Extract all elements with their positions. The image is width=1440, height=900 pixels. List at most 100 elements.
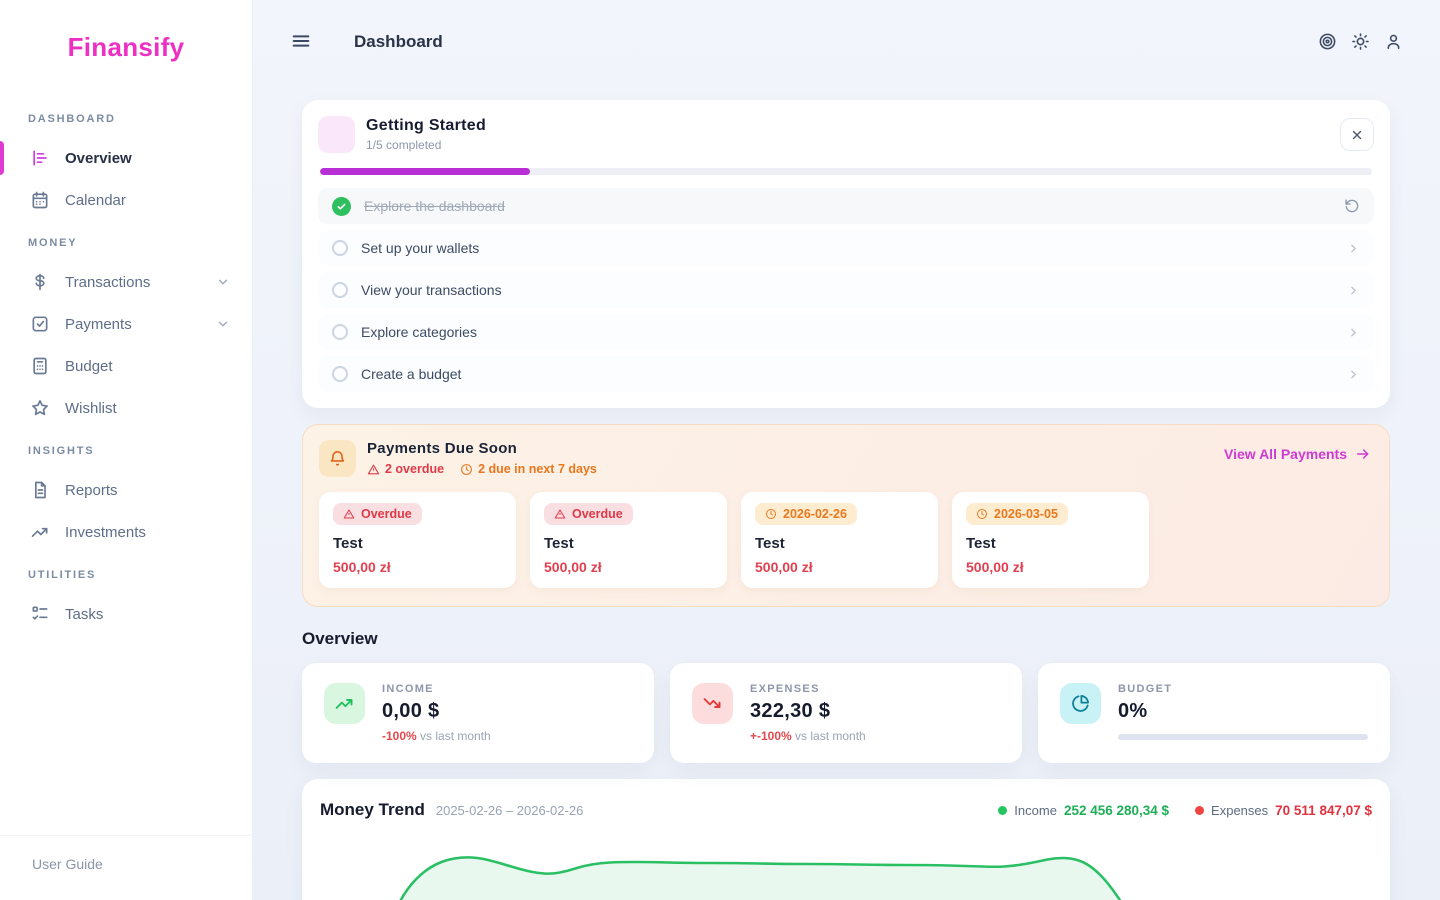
income-stat-body: INCOME 0,00 $ -100% vs last month	[382, 683, 632, 743]
checklist-item-explore-categories[interactable]: Explore categories	[318, 314, 1374, 350]
legend-label: Income	[1014, 803, 1057, 818]
user-icon[interactable]	[1384, 32, 1404, 52]
sun-icon[interactable]	[1351, 32, 1371, 52]
user-guide-link[interactable]: User Guide	[32, 856, 103, 872]
sidebar-item-transactions[interactable]: Transactions	[0, 261, 252, 303]
view-all-payments-link[interactable]: View All Payments	[1224, 446, 1371, 462]
checklist-item-label: Explore categories	[361, 324, 477, 340]
getting-started-emblem	[318, 116, 355, 153]
sidebar-item-calendar[interactable]: Calendar	[0, 179, 252, 221]
app-root: Finansify DASHBOARD Overview Calendar MO…	[0, 0, 1440, 900]
sidebar-item-budget[interactable]: Budget	[0, 345, 252, 387]
money-trend-card: Money Trend 2025-02-26 – 2026-02-26 Inco…	[302, 779, 1390, 900]
payment-card[interactable]: 2026-02-26 Test 500,00 zł	[741, 492, 938, 588]
payment-name: Test	[755, 535, 924, 552]
star-icon	[30, 398, 50, 418]
payments-due-meta: 2 overdue 2 due in next 7 days	[367, 462, 597, 476]
checklist-item-label: Create a budget	[361, 366, 461, 382]
overdue-badge: Overdue	[333, 503, 422, 525]
target-icon[interactable]	[1318, 32, 1338, 52]
sidebar-item-label: Budget	[65, 358, 113, 375]
checklist-item-view-transactions[interactable]: View your transactions	[318, 272, 1374, 308]
overview-heading: Overview	[302, 629, 1390, 649]
topbar: Dashboard	[253, 0, 1440, 60]
page-title: Dashboard	[354, 32, 443, 52]
money-trend-legend: Income 252 456 280,34 $ Expenses 70 511 …	[998, 803, 1372, 818]
calendar-icon	[30, 190, 50, 210]
sidebar-item-investments[interactable]: Investments	[0, 511, 252, 553]
dollar-icon	[30, 272, 50, 292]
sidebar-item-wishlist[interactable]: Wishlist	[0, 387, 252, 429]
brand-logo: Finansify	[0, 0, 252, 97]
main-area: Dashboard Getting Started	[253, 0, 1440, 900]
sidebar-item-label: Investments	[65, 524, 146, 541]
sidebar-footer: User Guide	[0, 835, 252, 900]
sidebar-item-label: Payments	[65, 316, 132, 333]
clock-icon	[765, 508, 777, 520]
unchecked-circle-icon	[332, 366, 348, 382]
warning-icon	[367, 463, 380, 476]
stat-label: EXPENSES	[750, 683, 1000, 695]
payments-due-card: Payments Due Soon 2 overdue 2 due in nex…	[302, 424, 1390, 607]
sidebar-section-insights: INSIGHTS	[0, 429, 252, 469]
sidebar-item-overview[interactable]: Overview	[0, 137, 252, 179]
checklist-item-label: Explore the dashboard	[364, 198, 505, 214]
payment-card[interactable]: Overdue Test 500,00 zł	[319, 492, 516, 588]
sidebar-section-money: MONEY	[0, 221, 252, 261]
expenses-delta-row: +-100% vs last month	[750, 729, 1000, 743]
budget-stat-body: BUDGET 0%	[1118, 683, 1368, 740]
list-checks-icon	[30, 604, 50, 624]
payment-amount: 500,00 zł	[755, 559, 924, 575]
sidebar-item-payments[interactable]: Payments	[0, 303, 252, 345]
unchecked-circle-icon	[332, 240, 348, 256]
topbar-actions	[1318, 32, 1404, 52]
getting-started-header: Getting Started 1/5 completed	[318, 116, 1374, 153]
income-delta-row: -100% vs last month	[382, 729, 632, 743]
sidebar: Finansify DASHBOARD Overview Calendar MO…	[0, 0, 253, 900]
getting-started-titles: Getting Started 1/5 completed	[366, 117, 486, 152]
payments-due-titles: Payments Due Soon 2 overdue 2 due in nex…	[367, 440, 597, 476]
payment-card[interactable]: Overdue Test 500,00 zł	[530, 492, 727, 588]
income-value: 0,00 $	[382, 700, 632, 723]
sidebar-item-tasks[interactable]: Tasks	[0, 593, 252, 635]
stats-row: INCOME 0,00 $ -100% vs last month EXPENS…	[302, 663, 1390, 763]
income-total: 252 456 280,34 $	[1064, 803, 1169, 818]
getting-started-card: Getting Started 1/5 completed Explore th…	[302, 100, 1390, 408]
getting-started-title: Getting Started	[366, 117, 486, 135]
sidebar-item-label: Reports	[65, 482, 118, 499]
trending-up-icon	[324, 683, 365, 724]
menu-icon[interactable]	[290, 30, 314, 54]
bell-icon	[319, 440, 356, 477]
payment-card[interactable]: 2026-03-05 Test 500,00 zł	[952, 492, 1149, 588]
file-text-icon	[30, 480, 50, 500]
income-dot-icon	[998, 806, 1007, 815]
checklist-item-label: View your transactions	[361, 282, 502, 298]
getting-started-progress-text: 1/5 completed	[366, 138, 486, 152]
unchecked-circle-icon	[332, 324, 348, 340]
close-icon	[1350, 128, 1364, 142]
expenses-total: 70 511 847,07 $	[1275, 803, 1372, 818]
checklist-item-explore-dashboard[interactable]: Explore the dashboard	[318, 188, 1374, 224]
dashboard-content: Getting Started 1/5 completed Explore th…	[253, 60, 1440, 900]
close-button[interactable]	[1340, 118, 1374, 151]
trending-up-icon	[30, 522, 50, 542]
money-trend-title: Money Trend	[320, 800, 425, 820]
reset-icon[interactable]	[1344, 198, 1360, 214]
income-delta: -100%	[382, 729, 417, 743]
delta-suffix: vs last month	[792, 729, 866, 743]
sidebar-item-reports[interactable]: Reports	[0, 469, 252, 511]
chevron-right-icon	[1347, 368, 1360, 381]
sidebar-nav: DASHBOARD Overview Calendar MONEY Tran	[0, 97, 252, 835]
overdue-badge: Overdue	[544, 503, 633, 525]
expenses-delta: +-100%	[750, 729, 792, 743]
checklist-item-setup-wallets[interactable]: Set up your wallets	[318, 230, 1374, 266]
legend-item-expenses: Expenses 70 511 847,07 $	[1195, 803, 1372, 818]
delta-suffix: vs last month	[417, 729, 491, 743]
sidebar-item-label: Wishlist	[65, 400, 117, 417]
sidebar-item-label: Transactions	[65, 274, 150, 291]
checklist-item-create-budget[interactable]: Create a budget	[318, 356, 1374, 392]
check-square-icon	[30, 314, 50, 334]
arrow-right-icon	[1355, 446, 1371, 462]
chevron-right-icon	[1347, 284, 1360, 297]
budget-stat-card: BUDGET 0%	[1038, 663, 1390, 763]
